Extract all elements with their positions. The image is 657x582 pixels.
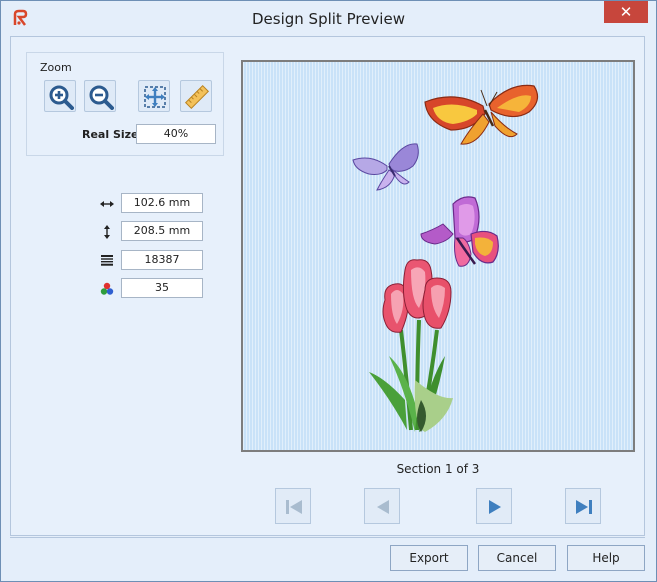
zoom-out-icon [89, 85, 114, 110]
purple-butterfly [352, 143, 419, 191]
zoom-label: Zoom [40, 61, 72, 74]
ruler-icon [184, 84, 210, 110]
cancel-button[interactable]: Cancel [478, 545, 556, 571]
color-count-value: 35 [121, 278, 203, 298]
close-button[interactable]: ✕ [604, 1, 648, 23]
stitch-count-value: 18387 [121, 250, 203, 270]
title-bar[interactable]: Design Split Preview ✕ [1, 1, 656, 35]
pink-butterfly [420, 196, 499, 267]
real-size-label: Real Size [82, 128, 139, 141]
zoom-in-button[interactable] [44, 80, 76, 112]
first-section-icon [286, 500, 302, 514]
previous-section-icon [377, 500, 389, 514]
tulip-bouquet [369, 259, 453, 432]
window-title: Design Split Preview [252, 10, 405, 28]
previous-section-button[interactable] [364, 488, 400, 524]
height-value: 208.5 mm [121, 221, 203, 241]
embroidery-design-image [352, 84, 539, 432]
last-section-button[interactable] [565, 488, 601, 524]
last-section-icon [576, 500, 592, 514]
design-preview-canvas[interactable] [241, 60, 635, 452]
next-section-button[interactable] [476, 488, 512, 524]
zoom-in-icon [49, 85, 74, 110]
width-arrows-icon [100, 197, 114, 211]
next-section-icon [489, 500, 501, 514]
footer-divider [10, 537, 645, 538]
stitches-icon [100, 253, 114, 267]
first-section-button[interactable] [275, 488, 311, 524]
fit-to-window-icon [144, 86, 166, 108]
height-arrows-icon [100, 225, 114, 239]
width-value: 102.6 mm [121, 193, 203, 213]
export-button[interactable]: Export [390, 545, 468, 571]
section-indicator: Section 1 of 3 [396, 462, 480, 476]
colors-icon [100, 282, 114, 296]
help-button[interactable]: Help [567, 545, 645, 571]
zoom-out-button[interactable] [84, 80, 116, 112]
fit-to-window-button[interactable] [138, 80, 170, 112]
orange-butterfly [424, 84, 539, 145]
real-size-value: 40% [136, 124, 216, 144]
real-size-button[interactable] [180, 80, 212, 112]
